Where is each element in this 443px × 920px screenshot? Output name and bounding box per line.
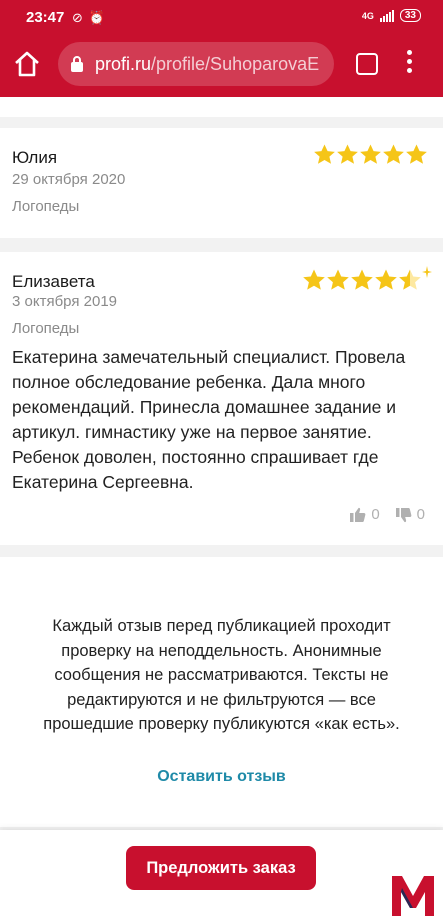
url-path: /profile/SuhoparovaE	[151, 54, 320, 74]
previous-review-card	[0, 97, 443, 117]
offer-order-button[interactable]: Предложить заказ	[126, 846, 316, 890]
sparkle-icon	[422, 266, 432, 278]
url-text: profi.ru/profile/SuhoparovaE	[95, 42, 319, 86]
more-menu-icon[interactable]	[404, 50, 414, 76]
notification-icons: ⊘⏰	[72, 10, 112, 25]
battery-icon: 33	[399, 9, 421, 22]
leave-review-link[interactable]: Оставить отзыв	[0, 768, 443, 786]
review-category: Логопеды	[12, 320, 80, 337]
browser-toolbar: profi.ru/profile/SuhoparovaE	[0, 34, 443, 97]
star-icon	[327, 269, 349, 290]
review-date: 3 октября 2019	[12, 293, 117, 310]
rating-stars	[302, 266, 432, 292]
star-icon	[375, 269, 397, 290]
review-votes: 0 0	[340, 506, 425, 523]
star-icon	[351, 269, 373, 290]
url-domain: profi.ru	[95, 54, 152, 74]
star-icon	[303, 269, 325, 290]
moderation-notice: Каждый отзыв перед публикацией проходит …	[43, 617, 400, 733]
thumbs-down-icon	[395, 507, 412, 522]
dislike-count: 0	[416, 506, 425, 523]
review-text: Екатерина замечательный специалист. Пров…	[12, 347, 406, 492]
like-button[interactable]: 0	[350, 506, 380, 523]
review-card: Елизавета 3 октября 2019 Логопеды Екатер…	[0, 252, 443, 545]
thumbs-up-icon	[350, 507, 366, 522]
star-icon	[406, 144, 427, 164]
bottom-action-bar: Предложить заказ	[0, 830, 443, 920]
reviews-footer: Каждый отзыв перед публикацией проходит …	[0, 557, 443, 827]
reviewer-name: Юлия	[12, 148, 58, 167]
star-icon	[360, 144, 381, 164]
browser-chrome: 23:47 ⊘⏰ 4G 33 profi.ru/profile/Suhoparo…	[0, 0, 443, 97]
profi-logo-icon	[392, 876, 434, 916]
address-bar[interactable]: profi.ru/profile/SuhoparovaE	[58, 42, 334, 86]
lock-icon	[71, 56, 83, 72]
home-icon[interactable]	[12, 49, 42, 79]
review-card: Юлия 29 октября 2020 Логопеды	[0, 128, 443, 238]
reviewer-name: Елизавета	[12, 272, 95, 291]
status-time: 23:47	[26, 9, 65, 26]
network-label: 4G	[361, 10, 374, 21]
review-date: 29 октября 2020	[12, 171, 126, 188]
star-icon	[337, 144, 358, 164]
signal-icon	[379, 9, 394, 22]
star-icon	[383, 144, 404, 164]
half-star-icon	[399, 269, 421, 290]
like-count: 0	[371, 506, 380, 523]
review-category: Логопеды	[12, 198, 80, 215]
tabs-icon[interactable]	[356, 53, 378, 75]
dislike-button[interactable]: 0	[395, 506, 425, 523]
rating-stars	[313, 143, 428, 166]
star-icon	[314, 144, 335, 164]
status-right: 4G 33	[362, 9, 421, 22]
status-bar: 23:47 ⊘⏰ 4G 33	[0, 0, 443, 34]
